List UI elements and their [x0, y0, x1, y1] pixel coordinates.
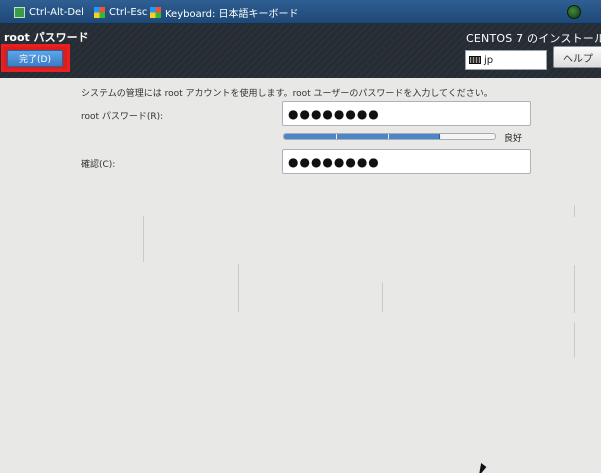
render-artifact: [143, 216, 144, 262]
render-artifact: [382, 282, 383, 312]
strength-segment-divider: [336, 134, 337, 139]
password-strength-bar: [283, 133, 496, 140]
installer-title: CENTOS 7 のインストール: [466, 32, 601, 45]
keyboard-layout-indicator[interactable]: jp: [465, 50, 547, 70]
root-password-label: root パスワード(R):: [81, 112, 164, 122]
render-artifact: [238, 264, 239, 312]
keyboard-layout-button[interactable]: Keyboard: 日本語キーボード: [150, 4, 299, 20]
render-artifact: [574, 205, 575, 217]
monitor-icon: [14, 6, 25, 18]
ctrl-esc-button[interactable]: Ctrl-Esc: [94, 4, 147, 20]
spoke-header: root パスワード 完了(D) CENTOS 7 のインストール jp ヘルプ: [0, 24, 601, 78]
render-artifact: [574, 322, 575, 358]
ctrl-esc-label: Ctrl-Esc: [109, 6, 148, 18]
remote-console-toolbar: Ctrl-Alt-Del Ctrl-Esc Keyboard: 日本語キーボード: [0, 0, 601, 24]
connection-status-icon: [567, 5, 581, 19]
keyboard-layout-code: jp: [484, 54, 494, 66]
render-artifact: [574, 265, 575, 313]
password-strength-label: 良好: [504, 134, 523, 144]
keyboard-layout-label: Keyboard: 日本語キーボード: [165, 8, 299, 20]
page-title: root パスワード: [4, 31, 89, 44]
ctrl-alt-del-label: Ctrl-Alt-Del: [29, 6, 84, 18]
root-password-field[interactable]: ●●●●●●●●: [282, 101, 531, 126]
confirm-password-label: 確認(C):: [81, 160, 116, 170]
confirm-password-field[interactable]: ●●●●●●●●: [282, 149, 531, 174]
strength-segment-divider: [440, 134, 441, 139]
keyboard-icon: [469, 56, 481, 64]
strength-segment-divider: [388, 134, 389, 139]
password-strength-fill: [284, 134, 441, 139]
ctrl-alt-del-button[interactable]: Ctrl-Alt-Del: [14, 4, 84, 20]
done-button[interactable]: 完了(D): [7, 50, 63, 67]
windows-flag-icon: [94, 6, 105, 18]
windows-flag-icon: [150, 6, 161, 18]
mouse-cursor-icon: [478, 463, 488, 473]
description-text: システムの管理には root アカウントを使用します。root ユーザーのパスワ…: [81, 89, 493, 99]
help-button[interactable]: ヘルプ: [553, 46, 601, 68]
